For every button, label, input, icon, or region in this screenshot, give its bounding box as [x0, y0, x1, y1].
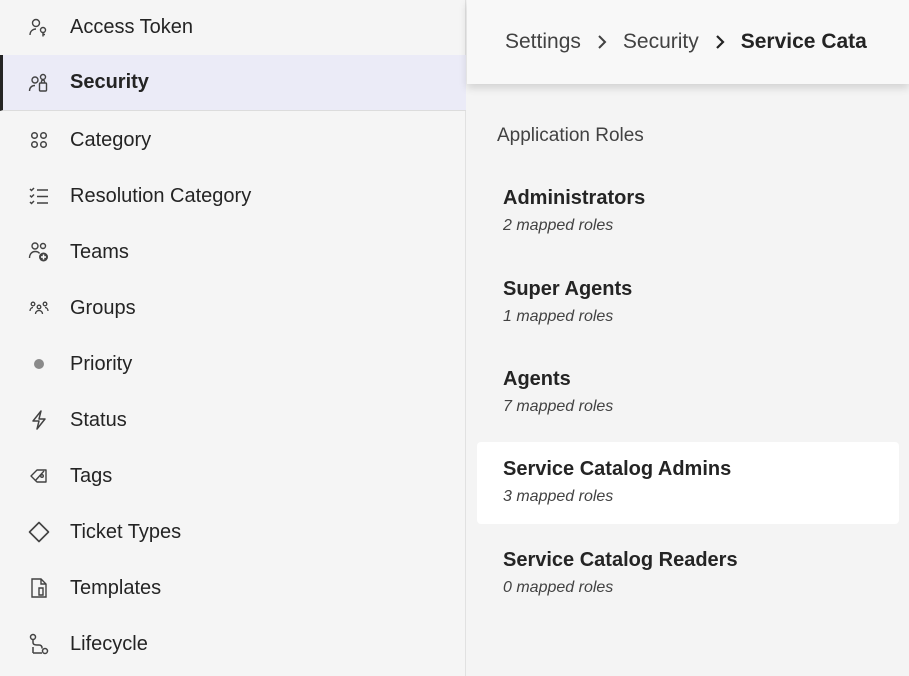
security-icon: [28, 72, 50, 94]
lightning-icon: [28, 409, 50, 431]
category-grid-icon: [28, 129, 50, 151]
sidebar-item-label: Access Token: [70, 16, 194, 38]
role-name: Service Catalog Readers: [503, 549, 738, 571]
tag-icon: [28, 465, 50, 487]
role-item-service-catalog-admins[interactable]: Service Catalog Admins 3 mapped roles: [477, 442, 899, 524]
role-name: Administrators: [503, 187, 646, 209]
settings-sidebar: Access Token Security Category Resolutio…: [0, 0, 466, 676]
checklist-icon: [28, 185, 50, 207]
access-token-icon: [28, 17, 50, 39]
chevron-right-icon: [715, 34, 725, 50]
role-name: Service Catalog Admins: [503, 458, 732, 480]
teams-add-icon: [28, 241, 50, 263]
role-item-super-agents[interactable]: Super Agents 1 mapped roles: [477, 266, 899, 348]
sidebar-item-templates[interactable]: Templates: [0, 560, 466, 616]
role-count: 1 mapped roles: [503, 308, 614, 325]
sidebar-item-security[interactable]: Security: [0, 55, 466, 111]
sidebar-item-priority[interactable]: Priority: [0, 336, 466, 392]
sidebar-item-label: Category: [70, 128, 152, 151]
sidebar-item-label: Resolution Category: [70, 184, 252, 207]
sidebar-item-teams[interactable]: Teams: [0, 224, 466, 280]
role-item-service-catalog-readers[interactable]: Service Catalog Readers 0 mapped roles: [477, 537, 899, 619]
sidebar-item-label: Security: [70, 71, 149, 93]
sidebar-item-lifecycle[interactable]: Lifecycle: [0, 616, 466, 672]
sidebar-item-resolution-category[interactable]: Resolution Category: [0, 168, 466, 224]
role-item-agents[interactable]: Agents 7 mapped roles: [477, 356, 899, 438]
chevron-right-icon: [597, 34, 607, 50]
role-item-administrators[interactable]: Administrators 2 mapped roles: [477, 175, 899, 257]
sidebar-item-label: Ticket Types: [70, 520, 182, 543]
sidebar-item-tags[interactable]: Tags: [0, 448, 466, 504]
diamond-tag-icon: [28, 521, 50, 543]
sidebar-item-label: Lifecycle: [70, 632, 148, 655]
section-title: Application Roles: [497, 125, 644, 146]
breadcrumb-security[interactable]: Security: [623, 30, 699, 54]
sidebar-item-groups[interactable]: Groups: [0, 280, 466, 336]
dot-icon: [28, 353, 50, 375]
role-name: Agents: [503, 368, 571, 390]
sidebar-item-status[interactable]: Status: [0, 392, 466, 448]
sidebar-item-label: Status: [70, 408, 127, 431]
sidebar-item-label: Tags: [70, 464, 113, 487]
flow-icon: [28, 633, 50, 655]
breadcrumb-settings[interactable]: Settings: [505, 30, 581, 54]
role-count: 2 mapped roles: [503, 217, 614, 234]
sidebar-item-label: Priority: [70, 352, 133, 375]
sidebar-item-category[interactable]: Category: [0, 112, 466, 168]
sidebar-item-ticket-types[interactable]: Ticket Types: [0, 504, 466, 560]
sidebar-item-label: Teams: [70, 240, 129, 263]
breadcrumb: Settings Security Service Cata: [467, 0, 909, 84]
sidebar-item-access-token[interactable]: Access Token: [0, 0, 466, 55]
sidebar-item-label: Groups: [70, 296, 136, 319]
role-count: 7 mapped roles: [503, 398, 614, 415]
role-name: Super Agents: [503, 278, 633, 300]
document-icon: [28, 577, 50, 599]
breadcrumb-current: Service Cata: [740, 30, 867, 53]
sidebar-item-label: Templates: [70, 576, 162, 599]
role-count: 0 mapped roles: [503, 579, 614, 596]
role-count: 3 mapped roles: [503, 488, 614, 505]
groups-icon: [28, 297, 50, 319]
